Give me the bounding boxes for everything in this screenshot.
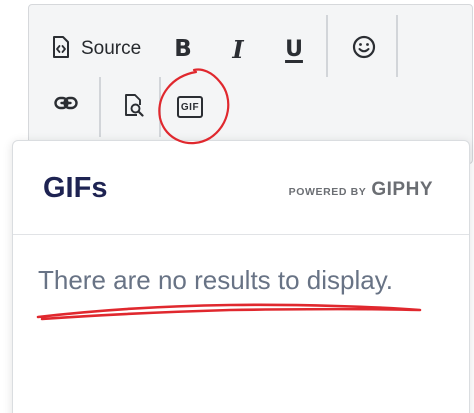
underline-icon: U <box>285 36 303 62</box>
gif-panel-title: GIFs <box>43 172 108 204</box>
link-button[interactable] <box>51 87 81 123</box>
gif-icon: GIF <box>177 96 203 118</box>
source-button[interactable]: Source <box>51 29 151 69</box>
toolbar-separator <box>396 15 398 77</box>
bold-icon: B <box>174 36 192 62</box>
preview-icon <box>123 93 145 122</box>
giphy-logo: GIPHY <box>371 179 433 200</box>
powered-by-giphy[interactable]: POWERED BY GIPHY <box>289 179 433 201</box>
source-button-label: Source <box>81 38 142 59</box>
toolbar-separator <box>326 15 328 77</box>
emoji-icon <box>352 35 376 64</box>
toolbar-separator <box>99 77 101 137</box>
link-icon <box>54 96 78 115</box>
bold-button[interactable]: B <box>169 29 197 69</box>
toolbar-separator <box>159 77 161 137</box>
emoji-button[interactable] <box>349 31 379 67</box>
preview-button[interactable] <box>119 87 149 127</box>
gif-button[interactable]: GIF <box>174 89 206 125</box>
empty-results-message: There are no results to display. <box>38 265 394 295</box>
gif-panel-header: GIFs POWERED BY GIPHY <box>13 141 469 235</box>
editor-screenshot: Source B I U GIF GIFs POWERED BY GIPHY T… <box>0 0 474 413</box>
italic-button[interactable]: I <box>225 29 251 69</box>
gif-panel: GIFs POWERED BY GIPHY There are no resul… <box>12 140 470 413</box>
underline-button[interactable]: U <box>280 29 308 69</box>
powered-by-label: POWERED BY <box>288 186 367 198</box>
source-code-icon <box>51 35 71 63</box>
italic-icon: I <box>232 34 244 64</box>
